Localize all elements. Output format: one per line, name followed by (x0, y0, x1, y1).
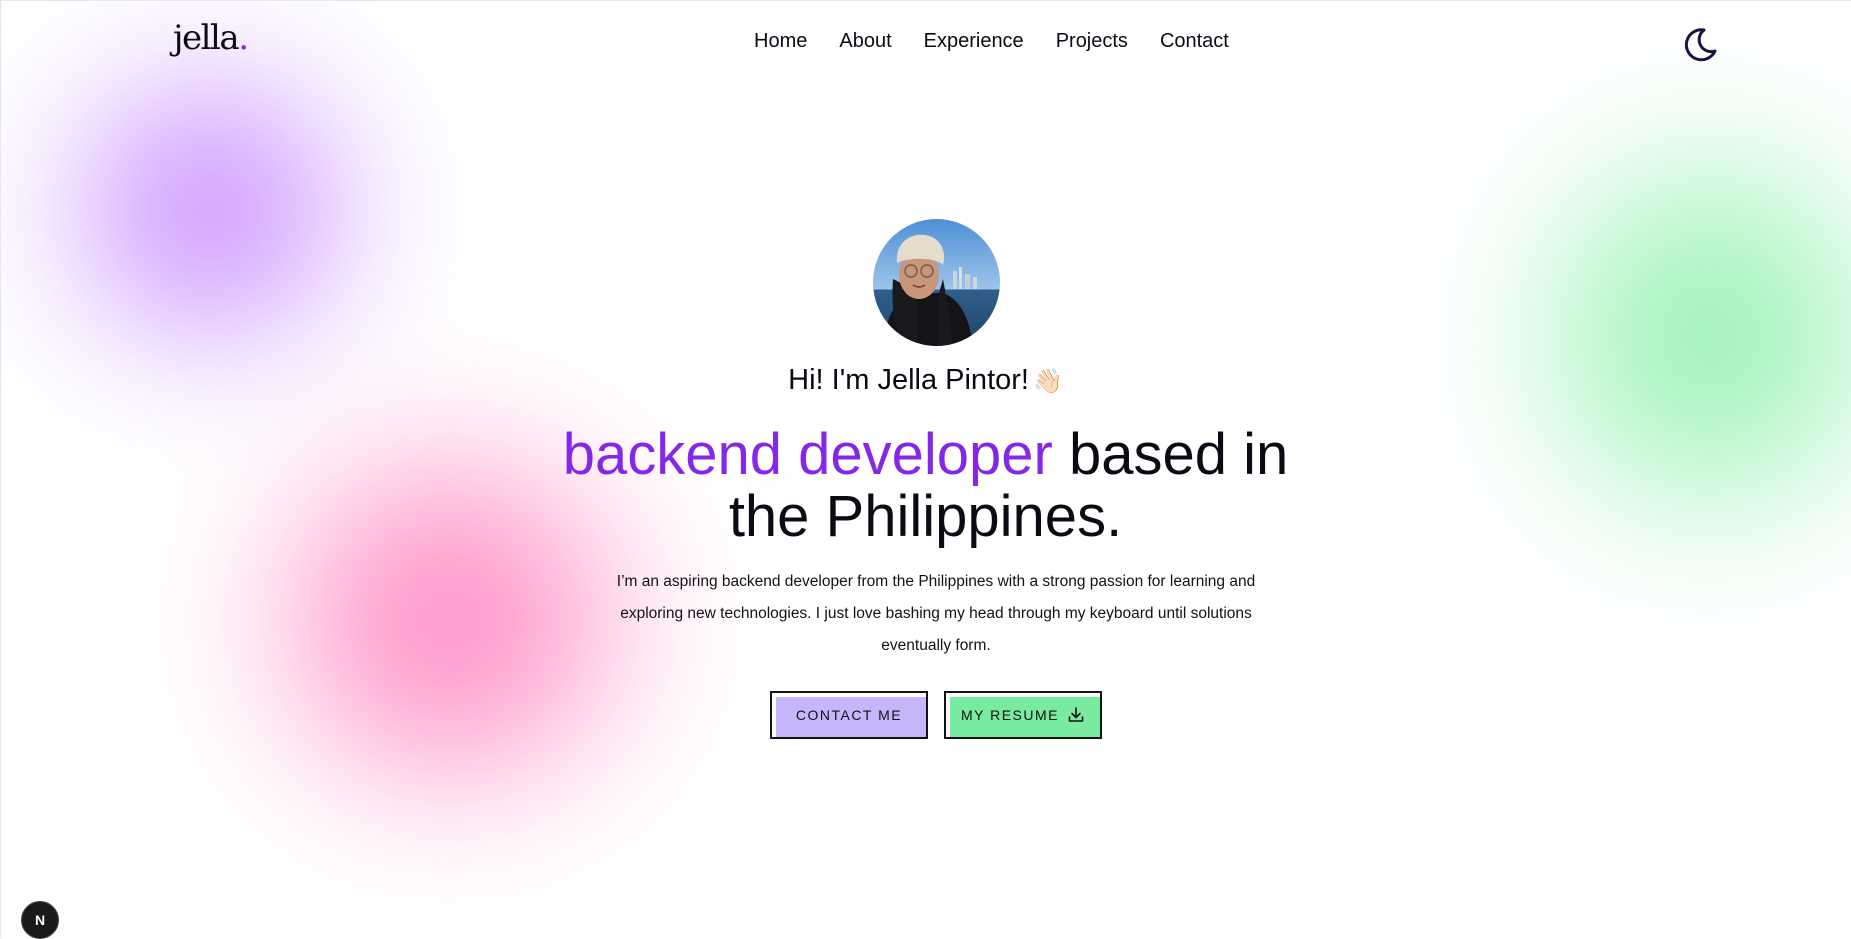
resume-button-wrap: MY RESUME (944, 691, 1102, 739)
main-nav: Home About Experience Projects Contact (754, 30, 1229, 53)
greeting-text: Hi! I'm Jella Pintor! (788, 364, 1029, 396)
headline-rest: based in (1052, 422, 1289, 487)
headline-accent: backend developer (562, 422, 1053, 487)
greeting: Hi! I'm Jella Pintor! 👋🏻 (0, 364, 1851, 397)
nav-projects[interactable]: Projects (1056, 30, 1128, 53)
hero-headline: backend developer based in the Philippin… (0, 424, 1851, 548)
nav-contact[interactable]: Contact (1160, 30, 1229, 53)
my-resume-label: MY RESUME (960, 707, 1060, 723)
download-icon (1068, 707, 1084, 722)
logo-dot: . (238, 18, 249, 58)
nav-home[interactable]: Home (754, 30, 807, 53)
purple-gradient-blob (40, 60, 380, 360)
site-logo[interactable]: jella. (173, 18, 249, 58)
nav-about[interactable]: About (839, 30, 891, 53)
nav-experience[interactable]: Experience (924, 30, 1024, 53)
avatar-image (873, 219, 1000, 346)
theme-toggle-button[interactable] (1680, 24, 1720, 64)
avatar (873, 219, 1000, 346)
wave-emoji: 👋🏻 (1032, 368, 1063, 395)
nextjs-badge-label: N (34, 912, 46, 928)
nextjs-dev-badge[interactable]: N (21, 901, 59, 939)
contact-me-label: CONTACT ME (795, 707, 903, 723)
contact-me-button-wrap: CONTACT ME (770, 691, 928, 739)
hero-description: I’m an aspiring backend developer from t… (616, 573, 1256, 654)
moon-icon (1684, 28, 1717, 62)
contact-me-button[interactable]: CONTACT ME (770, 691, 928, 739)
logo-text: jella (173, 18, 240, 58)
my-resume-button[interactable]: MY RESUME (944, 691, 1102, 739)
headline-line2: the Philippines. (728, 484, 1123, 549)
